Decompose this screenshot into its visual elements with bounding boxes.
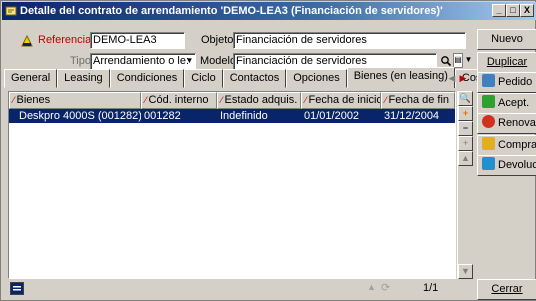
checkmark-icon — [482, 95, 495, 108]
record-pager: 1/1 — [423, 282, 439, 294]
order-icon — [482, 74, 495, 87]
devoluc-label: Devoluc — [498, 159, 536, 171]
sort-icon: ⁄ — [305, 95, 307, 105]
tab-scroll-left-icon[interactable]: ◀ — [447, 72, 457, 85]
remove-row-icon[interactable]: − — [458, 121, 473, 136]
return-icon — [482, 157, 495, 170]
compra-label: Compra — [498, 139, 536, 151]
tab-contactos[interactable]: Contactos — [222, 69, 287, 88]
pedido-label: Pedido — [498, 76, 533, 88]
cell-fecha-inicio: 01/01/2002 — [304, 110, 360, 122]
devoluc-button[interactable]: Devoluc — [477, 155, 536, 176]
column-label: Estado adquis. — [224, 94, 298, 106]
tab-opciones[interactable]: Opciones — [286, 69, 347, 88]
tab-ciclo[interactable]: Ciclo — [184, 69, 223, 88]
cell-bienes: Deskpro 4000S (001282) — [19, 110, 141, 122]
tipo-select[interactable]: Arrendamiento o le: — [90, 53, 196, 70]
sort-icon: ⁄ — [385, 95, 387, 105]
referencia-icon — [20, 34, 34, 48]
cerrar-button[interactable]: Cerrar — [477, 279, 536, 300]
sort-icon: ⁄ — [13, 95, 15, 105]
app-icon — [5, 5, 17, 17]
column-header-bienes[interactable]: ⁄ Bienes — [9, 92, 141, 109]
cell-cod-interno: 001282 — [144, 110, 181, 122]
assets-table: ⁄ Bienes ⁄ Cód. interno ⁄ Estado adquis. ⁄ F… — [8, 91, 456, 279]
acept-button[interactable]: Acept. — [477, 93, 536, 114]
sort-icon: ⁄ — [145, 95, 147, 105]
objeto-input[interactable]: Financiación de servidores — [233, 32, 466, 49]
pedido-button[interactable]: Pedido — [477, 72, 536, 93]
column-label: Bienes — [16, 94, 51, 106]
title-bar[interactable]: Detalle del contrato de arrendamiento 'D… — [2, 2, 536, 20]
tab-scroll-right-icon[interactable]: ▶ — [458, 72, 468, 85]
column-label: Fecha de inicio — [308, 94, 381, 106]
referencia-input[interactable]: DEMO-LEA3 — [90, 32, 185, 49]
add-row-icon[interactable]: + — [458, 106, 473, 121]
renovac-label: Renovac — [498, 117, 536, 129]
objeto-label: Objeto: — [201, 34, 237, 46]
grid-side-toolbar: 🔍 + − + ▲ ▼ — [457, 91, 473, 279]
table-options-icon[interactable] — [10, 282, 24, 295]
renovac-button[interactable]: Renovac — [477, 113, 536, 134]
minimize-button[interactable]: _ — [492, 4, 506, 17]
cell-estado-adquis: Indefinido — [220, 110, 268, 122]
search-icon[interactable] — [440, 54, 452, 68]
refresh-icon[interactable]: ⟳ — [381, 281, 390, 294]
column-header-estado-adquis[interactable]: ⁄ Estado adquis. — [217, 92, 301, 109]
window-title: Detalle del contrato de arrendamiento 'D… — [20, 5, 443, 17]
column-header-cod-interno[interactable]: ⁄ Cód. interno — [141, 92, 217, 109]
cerrar-label: Cerrar — [491, 283, 523, 295]
details-icon[interactable]: ▤ — [453, 53, 463, 68]
nuevo-button[interactable]: Nuevo — [477, 29, 536, 50]
column-label: Fecha de fin — [388, 94, 450, 106]
scroll-down-icon[interactable]: ▼ — [458, 264, 473, 279]
modelo-dropdown-icon[interactable]: ▼ — [464, 53, 473, 68]
tab-bienes-en-leasing[interactable]: Bienes (en leasing) — [346, 67, 455, 88]
zoom-icon[interactable]: 🔍 — [458, 91, 473, 106]
tab-leasing[interactable]: Leasing — [57, 69, 110, 88]
contract-detail-window: Detalle del contrato de arrendamiento 'D… — [0, 0, 536, 301]
tab-condiciones[interactable]: Condiciones — [109, 69, 185, 88]
scroll-up-icon[interactable]: ▲ — [458, 151, 473, 166]
sort-icon: ⁄ — [221, 95, 223, 105]
tipo-dropdown-icon[interactable]: ▼ — [185, 55, 194, 67]
compra-button[interactable]: Compra — [477, 135, 536, 156]
duplicar-label: Duplicar — [486, 56, 528, 68]
close-button[interactable]: X — [520, 4, 534, 17]
nuevo-label: Nuevo — [491, 33, 523, 45]
table-header: ⁄ Bienes ⁄ Cód. interno ⁄ Estado adquis. ⁄ F… — [9, 92, 455, 109]
maximize-button[interactable]: □ — [506, 4, 520, 17]
renew-icon — [482, 115, 495, 128]
column-header-fecha-inicio[interactable]: ⁄ Fecha de inicio — [301, 92, 381, 109]
acept-label: Acept. — [498, 97, 530, 109]
column-header-fecha-fin[interactable]: ⁄ Fecha de fin — [381, 92, 455, 109]
tab-general[interactable]: General — [4, 69, 58, 88]
expand-icon[interactable]: + — [458, 136, 473, 151]
table-row[interactable]: Deskpro 4000S (001282) 001282 Indefinido… — [9, 109, 455, 123]
tab-strip: General Leasing Condiciones Ciclo Contac… — [4, 67, 485, 88]
column-label: Cód. interno — [148, 94, 209, 106]
duplicar-button[interactable]: Duplicar — [477, 52, 536, 73]
tipo-value: Arrendamiento o le: — [93, 55, 189, 67]
purchase-icon — [482, 137, 495, 150]
referencia-label: Referencia: — [38, 34, 95, 46]
scroll-top-icon[interactable]: ▲ — [367, 282, 376, 292]
cell-fecha-fin: 31/12/2004 — [384, 110, 440, 122]
